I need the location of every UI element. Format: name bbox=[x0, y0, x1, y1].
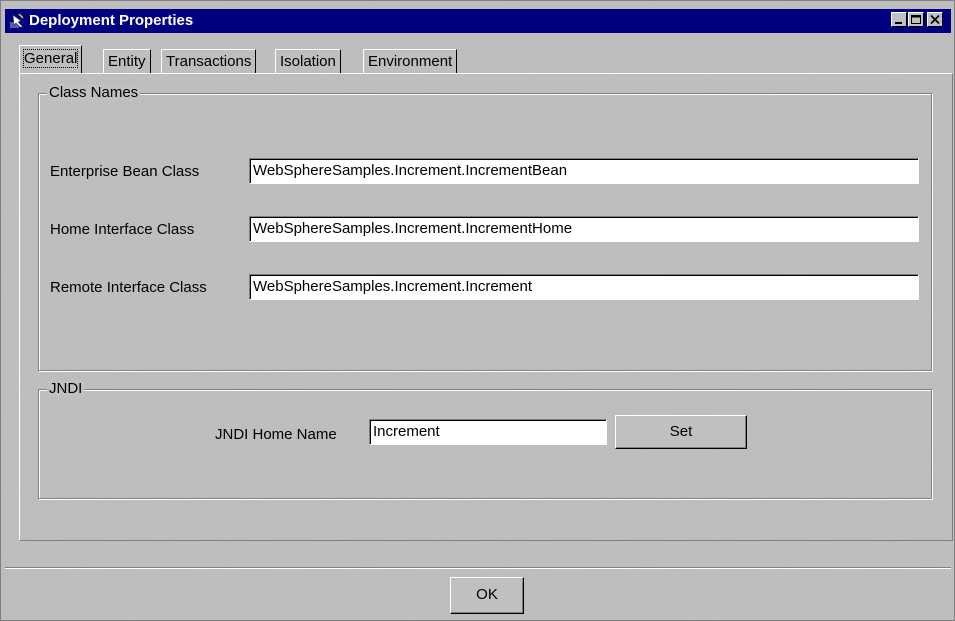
maximize-button[interactable] bbox=[908, 12, 924, 27]
jndi-home-name-field[interactable]: Increment bbox=[369, 419, 607, 445]
home-interface-class-field[interactable]: WebSphereSamples.Increment.IncrementHome bbox=[249, 216, 919, 242]
enterprise-bean-class-label: Enterprise Bean Class bbox=[50, 163, 200, 180]
tab-environment-label: Environment bbox=[368, 53, 453, 70]
close-button[interactable] bbox=[927, 12, 943, 27]
minimize-icon bbox=[895, 22, 902, 24]
remote-interface-class-label: Remote Interface Class bbox=[50, 279, 207, 296]
deployment-properties-window: Deployment Properties General Entity Tra… bbox=[0, 0, 955, 621]
home-interface-class-label: Home Interface Class bbox=[50, 221, 195, 238]
maximize-icon bbox=[911, 15, 921, 24]
remote-interface-class-field[interactable]: WebSphereSamples.Increment.Increment bbox=[249, 274, 919, 300]
tab-entity[interactable]: Entity bbox=[103, 49, 151, 73]
tab-isolation[interactable]: Isolation bbox=[275, 49, 341, 73]
tab-transactions[interactable]: Transactions bbox=[161, 49, 257, 73]
minimize-button[interactable] bbox=[891, 12, 907, 27]
app-icon bbox=[10, 13, 24, 28]
tab-isolation-label: Isolation bbox=[280, 53, 336, 70]
class-names-legend: Class Names bbox=[47, 84, 141, 101]
ok-button[interactable]: OK bbox=[450, 577, 524, 614]
title-bar[interactable]: Deployment Properties bbox=[5, 9, 951, 33]
tab-transactions-label: Transactions bbox=[166, 53, 252, 70]
close-icon bbox=[930, 14, 940, 25]
set-button[interactable]: Set bbox=[615, 415, 747, 449]
jndi-legend: JNDI bbox=[47, 380, 85, 397]
tab-general[interactable]: General bbox=[19, 45, 83, 73]
jndi-home-name-label: JNDI Home Name bbox=[215, 426, 337, 443]
enterprise-bean-class-field[interactable]: WebSphereSamples.Increment.IncrementBean bbox=[249, 158, 919, 184]
tab-entity-label: Entity bbox=[108, 53, 146, 70]
tab-general-label: General bbox=[22, 49, 79, 68]
footer-separator bbox=[5, 567, 951, 569]
tab-environment[interactable]: Environment bbox=[363, 49, 458, 73]
window-title: Deployment Properties bbox=[29, 12, 194, 29]
